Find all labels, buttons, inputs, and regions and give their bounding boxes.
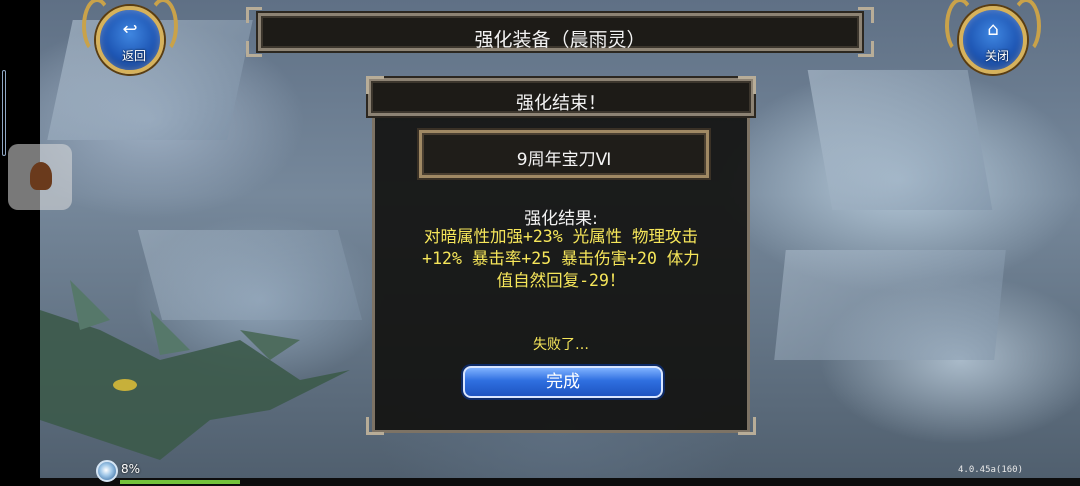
item-name: 9周年宝刀Ⅵ xyxy=(516,150,612,170)
gauge-percent: 8% xyxy=(121,462,141,476)
done-button[interactable]: 完成 xyxy=(463,366,663,398)
enhance-result-dialog: 9周年宝刀Ⅵ 强化结果: 对暗属性加强+23% 光属性 物理攻击 +12% 暴击… xyxy=(366,76,756,435)
result-line: 值自然回复-29！ xyxy=(496,271,626,290)
frame-corner xyxy=(366,76,384,94)
result-line: +12% 暴击率+25 暴击伤害+20 体力 xyxy=(422,249,700,268)
pet-icon xyxy=(30,162,52,190)
back-button[interactable]: ↩ 返回 xyxy=(82,0,178,90)
status-text: 失败了… xyxy=(533,337,589,353)
ice-rock xyxy=(774,250,1006,360)
dialog-header: 强化结束！ xyxy=(366,76,756,118)
title-frame: 强化装备（晨雨灵） xyxy=(256,11,864,53)
device-edge xyxy=(0,0,40,486)
progress-bar xyxy=(40,478,1080,486)
dialog-title: 强化结束！ xyxy=(516,93,606,114)
frame-corner xyxy=(246,41,262,57)
frame-corner xyxy=(738,417,756,435)
return-arrow-icon: ↩ xyxy=(122,19,138,40)
home-icon: ⌂ xyxy=(987,19,999,40)
dialog-body: 9周年宝刀Ⅵ 强化结果: 对暗属性加强+23% 光属性 物理攻击 +12% 暴击… xyxy=(372,112,750,433)
creature-sprite xyxy=(40,280,350,460)
device-indicator xyxy=(2,70,6,156)
ice-rock xyxy=(807,70,993,210)
item-name-box: 9周年宝刀Ⅵ xyxy=(419,130,709,178)
title-bar: 强化装备（晨雨灵） xyxy=(246,7,874,57)
floating-assist-button[interactable] xyxy=(8,144,72,210)
frame-corner xyxy=(366,417,384,435)
frame-corner xyxy=(738,76,756,94)
result-line: 对暗属性加强+23% 光属性 物理攻击 xyxy=(423,227,699,246)
close-button[interactable]: ⌂ 关闭 xyxy=(945,0,1041,90)
frame-corner xyxy=(858,41,874,57)
page-title: 强化装备（晨雨灵） xyxy=(474,29,646,51)
progress-fill xyxy=(120,480,240,484)
version-label: 4.0.45a(160) xyxy=(958,465,1024,475)
back-button-label: 返回 xyxy=(121,49,146,63)
gauge-orb-icon xyxy=(96,460,118,482)
result-text: 对暗属性加强+23% 光属性 物理攻击 +12% 暴击率+25 暴击伤害+20 … xyxy=(385,226,737,292)
frame-corner xyxy=(246,7,262,23)
frame-corner xyxy=(858,7,874,23)
close-button-label: 关闭 xyxy=(984,49,1009,63)
